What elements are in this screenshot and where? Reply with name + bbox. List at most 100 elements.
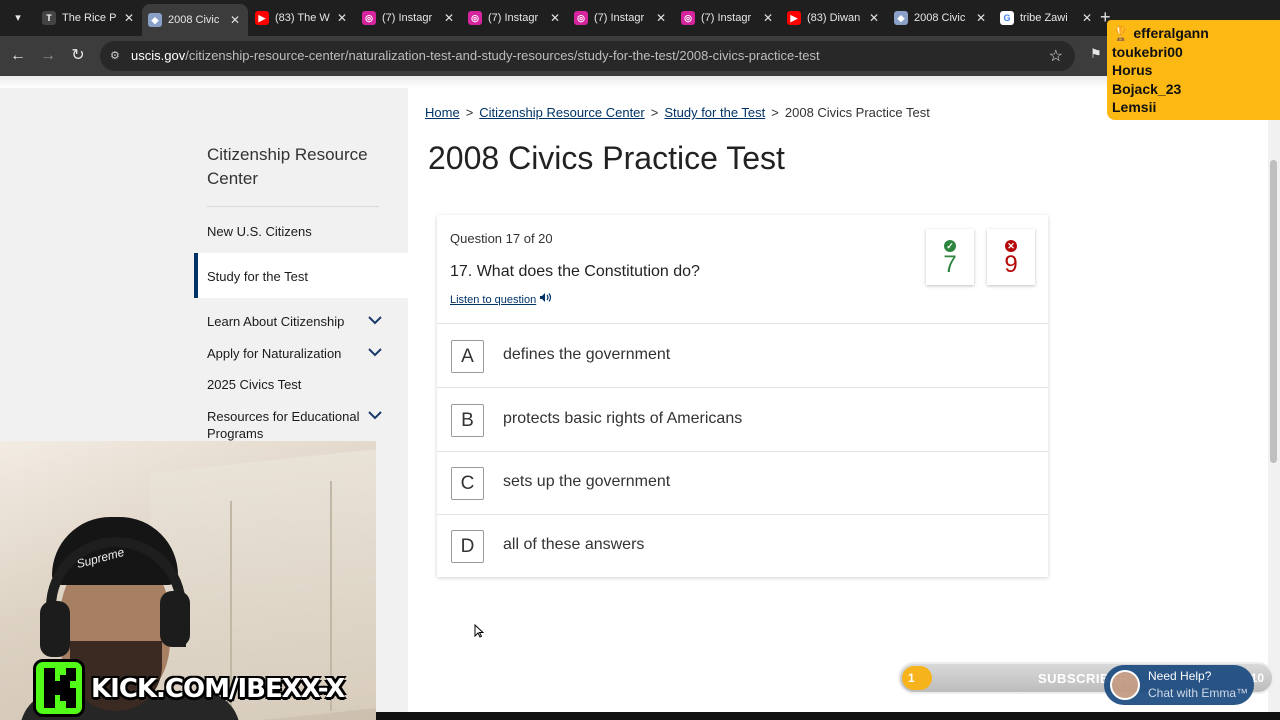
tab-favicon-icon: T: [42, 11, 56, 25]
instagram-icon: ◎: [681, 11, 695, 25]
close-tab-icon[interactable]: ✕: [548, 11, 562, 25]
tab-title: The Rice P: [62, 12, 117, 24]
incorrect-count: 9: [1004, 251, 1018, 278]
sidebar-item-new-us-citizens[interactable]: New U.S. Citizens: [207, 223, 312, 240]
close-tab-icon[interactable]: ✕: [228, 13, 242, 27]
sidebar-item-apply-for-naturalization[interactable]: Apply for Naturalization: [207, 345, 341, 362]
page-scrollbar[interactable]: [1268, 76, 1280, 720]
tab[interactable]: ◆ 2008 Civic ✕: [888, 4, 994, 32]
chevron-down-icon[interactable]: [368, 347, 382, 357]
sidebar-divider: [207, 206, 379, 207]
tab[interactable]: ◎ (7) Instagr ✕: [462, 4, 568, 32]
breadcrumb-link-study-for-the-test[interactable]: Study for the Test: [664, 105, 765, 120]
url-host: uscis.gov: [131, 48, 186, 63]
help-line-2: Chat with Emma™: [1148, 686, 1249, 700]
google-icon: G: [1000, 11, 1014, 25]
tab[interactable]: ▶ (83) Diwan ✕: [781, 4, 887, 32]
answer-option-d[interactable]: D all of these answers: [437, 514, 1048, 578]
trophy-icon: 🏆: [1112, 25, 1130, 41]
kick-logo-icon: [33, 659, 85, 717]
sidebar-item-study-for-the-test[interactable]: Study for the Test: [207, 268, 308, 285]
tab[interactable]: ▶ (83) The W ✕: [249, 4, 355, 32]
tab-title: 2008 Civic: [914, 12, 966, 24]
quiz-card: Question 17 of 20 17. What does the Cons…: [437, 215, 1048, 577]
tab-title: (7) Instagr: [701, 12, 752, 24]
extension-icon[interactable]: ⚑: [1090, 46, 1102, 62]
supporter-item: toukebri00: [1112, 43, 1183, 60]
tab[interactable]: T The Rice P ✕: [36, 4, 142, 32]
answer-option-c[interactable]: C sets up the government: [437, 451, 1048, 515]
tab-title: tribe Zawi: [1020, 12, 1068, 24]
close-tab-icon[interactable]: ✕: [442, 11, 456, 25]
sidebar-title: Citizenship Resource Center: [207, 145, 368, 188]
answer-letter: A: [451, 340, 484, 373]
sidebar-item-2025-civics-test[interactable]: 2025 Civics Test: [207, 376, 301, 393]
subscriber-goal-fill: [902, 666, 932, 690]
listen-label: Listen to question: [450, 294, 537, 306]
breadcrumb-link-home[interactable]: Home: [425, 105, 460, 120]
answer-option-a[interactable]: A defines the government: [437, 324, 1048, 388]
answer-letter: B: [451, 404, 484, 437]
headset-earcup: [40, 601, 70, 657]
chevron-down-icon[interactable]: [368, 410, 382, 420]
back-icon[interactable]: ←: [8, 46, 28, 66]
url-field[interactable]: ⚙ uscis.gov/citizenship-resource-center/…: [100, 41, 1075, 71]
header-shadow: [0, 76, 1268, 88]
close-tab-icon[interactable]: ✕: [122, 11, 136, 25]
tab-strip: ▾ T The Rice P ✕ ◆ 2008 Civic ✕ ▶ (83) T…: [0, 0, 1280, 36]
top-supporters-box: 🏆 efferalgann toukebri00 Horus Bojack_23…: [1107, 20, 1280, 120]
close-tab-icon[interactable]: ✕: [761, 11, 775, 25]
instagram-icon: ◎: [574, 11, 588, 25]
scrollbar-thumb[interactable]: [1270, 160, 1277, 463]
close-tab-icon[interactable]: ✕: [867, 11, 881, 25]
answer-text: sets up the government: [503, 473, 671, 490]
instagram-icon: ◎: [362, 11, 376, 25]
supporter-name: efferalgann: [1133, 25, 1209, 41]
url-text: uscis.gov/citizenship-resource-center/na…: [131, 48, 820, 63]
correct-score: ✓ 7: [926, 229, 974, 285]
answer-option-b[interactable]: B protects basic rights of Americans: [437, 388, 1048, 452]
youtube-icon: ▶: [787, 11, 801, 25]
tab-title: (83) The W: [275, 12, 330, 24]
close-tab-icon[interactable]: ✕: [654, 11, 668, 25]
tab-title: 2008 Civic: [168, 14, 220, 26]
question-progress: Question 17 of 20: [450, 231, 553, 246]
tab-active[interactable]: ◆ 2008 Civic ✕: [142, 4, 248, 36]
bookmark-star-icon[interactable]: ☆: [1049, 46, 1063, 66]
speaker-icon: [539, 292, 552, 306]
breadcrumb-separator: >: [465, 105, 474, 120]
breadcrumb-current: 2008 Civics Practice Test: [784, 105, 930, 120]
answer-letter: C: [451, 467, 484, 500]
page-title: 2008 Civics Practice Test: [428, 140, 785, 176]
youtube-icon: ▶: [255, 11, 269, 25]
kick-channel-url: KICK.COM/IBEXX-X: [91, 674, 345, 704]
chat-help-button[interactable]: Need Help? Chat with Emma™: [1104, 665, 1254, 705]
question-text: 17. What does the Constitution do?: [450, 263, 700, 280]
tab-search-icon[interactable]: ▾: [8, 8, 28, 28]
close-tab-icon[interactable]: ✕: [974, 11, 988, 25]
close-tab-icon[interactable]: ✕: [335, 11, 349, 25]
tab[interactable]: ◎ (7) Instagr ✕: [568, 4, 674, 32]
question-header: Question 17 of 20 17. What does the Cons…: [437, 215, 1048, 324]
headset-earcup: [160, 591, 190, 647]
reload-icon[interactable]: ↻: [68, 46, 88, 66]
tab-title: (7) Instagr: [594, 12, 645, 24]
tab[interactable]: ◎ (7) Instagr ✕: [675, 4, 781, 32]
supporter-item: 🏆 efferalgann: [1112, 24, 1275, 43]
answer-text: protects basic rights of Americans: [503, 410, 743, 427]
tab[interactable]: ◎ (7) Instagr ✕: [356, 4, 462, 32]
address-bar: ← → ↻ ⚙ uscis.gov/citizenship-resource-c…: [0, 36, 1280, 76]
answer-text: defines the government: [503, 346, 671, 363]
sidebar-item-resources-for-educational-programs[interactable]: Resources for Educational Programs: [207, 408, 367, 442]
chevron-down-icon[interactable]: [368, 315, 382, 325]
correct-count: 7: [943, 251, 957, 278]
breadcrumb-link-citizenship-resource-center[interactable]: Citizenship Resource Center: [479, 105, 644, 120]
close-tab-icon[interactable]: ✕: [1080, 11, 1094, 25]
instagram-icon: ◎: [468, 11, 482, 25]
listen-to-question-link[interactable]: Listen to question: [450, 292, 552, 306]
supporter-item: Lemsii: [1112, 99, 1157, 115]
site-info-icon[interactable]: ⚙: [110, 49, 124, 63]
forward-icon[interactable]: →: [38, 46, 58, 66]
tab[interactable]: G tribe Zawi ✕: [994, 4, 1100, 32]
sidebar-item-learn-about-citizenship[interactable]: Learn About Citizenship: [207, 313, 344, 330]
